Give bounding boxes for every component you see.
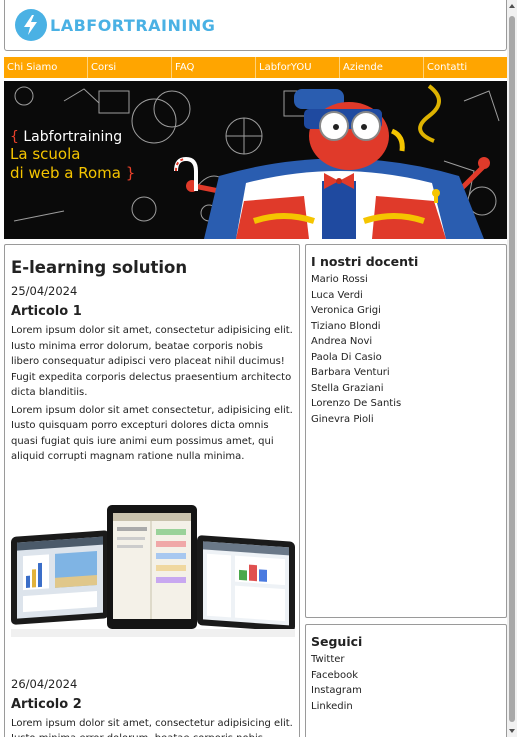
banner-brand: { Labfortraining	[10, 129, 123, 145]
docenti-title: I nostri docenti	[311, 254, 419, 269]
article-date: 26/04/2024	[11, 676, 78, 691]
list-item: Mario Rossi	[311, 274, 368, 285]
list-item: Tiziano Blondi	[311, 320, 381, 332]
site-header: LABFORTRAINING	[4, 0, 507, 51]
social-list: Twitter Facebook Instagram Linkedin	[311, 652, 501, 714]
list-item: Luca Verdi	[311, 289, 363, 301]
social-link-linkedin[interactable]: Linkedin	[311, 699, 501, 715]
seguici-title: Seguici	[311, 634, 363, 649]
list-item: Barbara Venturi	[311, 367, 390, 378]
docenti-list: Mario Rossi Luca Verdi Veronica Grigi Ti…	[311, 272, 501, 427]
main-nav: Chi Siamo Corsi FAQ LabforYOU Aziende Co…	[4, 57, 507, 78]
nav-item-corsi[interactable]: Corsi	[87, 57, 171, 78]
article-paragraph: Lorem ipsum dolor sit amet consectetur, …	[11, 404, 293, 463]
social-link-instagram[interactable]: Instagram	[311, 683, 501, 699]
banner-line-2-text: di web a Roma	[10, 164, 121, 182]
lightning-icon	[15, 9, 47, 41]
docenti-panel: I nostri docenti Mario Rossi Luca Verdi …	[305, 244, 507, 618]
tablets-image	[11, 504, 295, 637]
article-title: Articolo 2	[11, 696, 82, 712]
list-item: Lorenzo De Santis	[311, 398, 402, 409]
list-item: Veronica Grigi	[311, 305, 381, 316]
logo-text: LABFORTRAINING	[50, 15, 216, 35]
article-date: 25/04/2024	[11, 284, 78, 298]
seguici-panel: Seguici Twitter Facebook Instagram Linke…	[305, 624, 507, 737]
list-item: Stella Graziani	[311, 382, 384, 394]
scrollbar-thumb[interactable]	[509, 16, 515, 722]
hero-banner: { Labfortraining La scuola di web a Roma…	[4, 81, 507, 239]
scroll-up-arrow-icon[interactable]	[509, 4, 515, 8]
logo[interactable]: LABFORTRAINING	[15, 9, 215, 41]
vertical-scrollbar[interactable]	[507, 0, 517, 737]
nav-item-contatti[interactable]: Contatti	[423, 57, 507, 78]
banner-text: { Labfortraining La scuola di web a Roma…	[10, 129, 135, 183]
nav-item-aziende[interactable]: Aziende	[339, 57, 423, 78]
scroll-down-arrow-icon[interactable]	[509, 729, 515, 733]
nav-item-faq[interactable]: FAQ	[171, 57, 255, 78]
list-item: Andrea Novi	[311, 336, 373, 347]
main-content: E-learning solution 25/04/2024 Articolo …	[4, 244, 300, 737]
article-paragraph: Lorem ipsum dolor sit amet, consectetur …	[11, 325, 293, 398]
article-paragraph: Lorem ipsum dolor sit amet, consectetur …	[11, 717, 293, 737]
social-link-twitter[interactable]: Twitter	[311, 652, 501, 668]
banner-line-2: di web a Roma }	[10, 164, 136, 182]
list-item: Paola Di Casio	[311, 351, 382, 363]
list-item: Ginevra Pioli	[311, 413, 374, 425]
banner-brand-text: Labfortraining	[23, 129, 123, 145]
banner-line-1: La scuola	[10, 145, 81, 163]
nav-item-labforyou[interactable]: LabforYOU	[255, 57, 339, 78]
article-title: Articolo 1	[11, 304, 82, 319]
nav-item-chi-siamo[interactable]: Chi Siamo	[4, 57, 87, 78]
social-link-facebook[interactable]: Facebook	[311, 668, 501, 684]
page-title: E-learning solution	[11, 258, 188, 277]
